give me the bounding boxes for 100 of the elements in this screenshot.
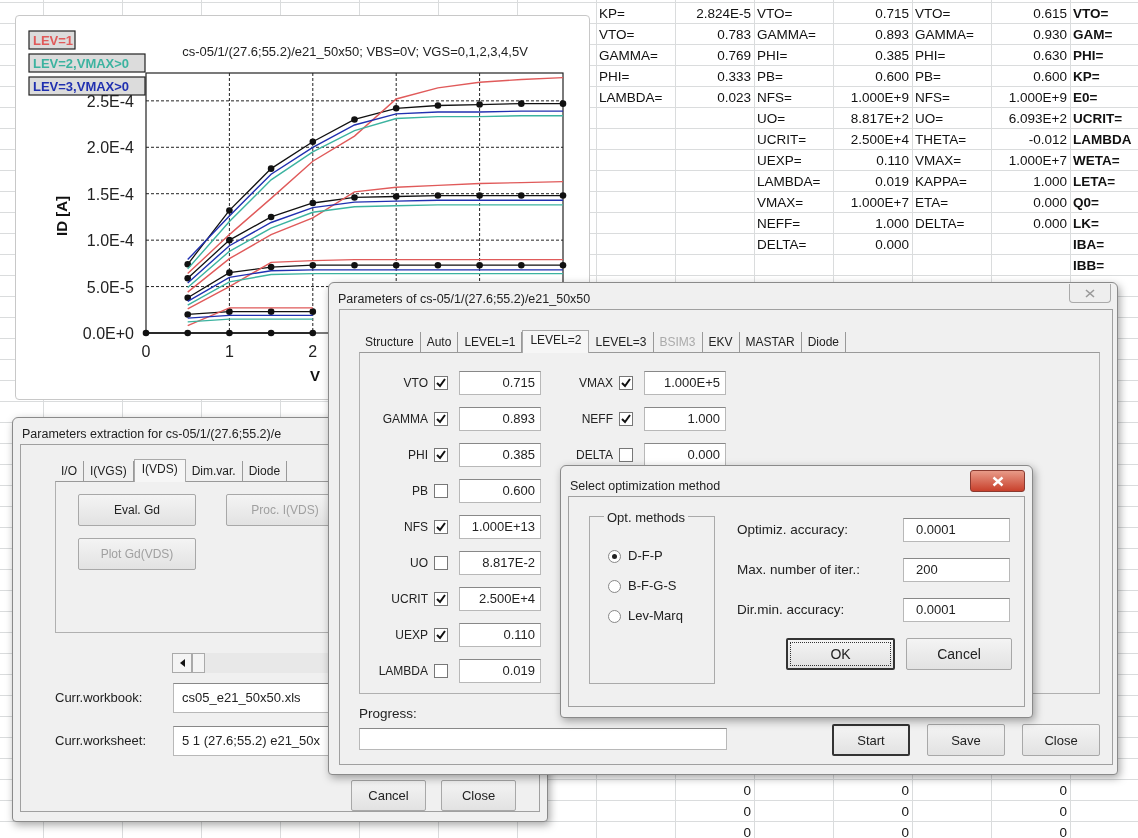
sheet-cell-text: UO= [756, 110, 787, 128]
sheet-cell-text: ETA= [914, 194, 950, 212]
close-icon [991, 475, 1004, 487]
sheet-cell-text: 1.000 [1032, 173, 1068, 191]
legend-label: LEV=2,VMAX>0 [28, 53, 146, 73]
checkbox[interactable] [434, 448, 448, 462]
sheet-cell-text: UCRIT= [756, 131, 808, 149]
button[interactable]: Eval. Gd [78, 494, 196, 526]
sheet-cell-text: 8.817E+2 [849, 110, 910, 128]
text-field[interactable]: 1.000E+5 [644, 371, 726, 395]
data-point [184, 329, 191, 337]
axis-tick-label: 1.0E-4 [86, 232, 134, 250]
radio-label: Lev-Marq [628, 607, 683, 626]
text-field[interactable]: 0.0001 [903, 518, 1010, 542]
data-point [559, 192, 567, 199]
text-field[interactable]: 0.000 [644, 443, 726, 467]
sheet-cell-text: 0.023 [716, 89, 752, 107]
text-field[interactable]: 8.817E-2 [459, 551, 541, 575]
radio-button[interactable] [608, 609, 621, 623]
sheet-cell-text: IBA= [1072, 236, 1106, 254]
tab[interactable]: LEVEL=2 [522, 330, 590, 353]
button[interactable]: Cancel [906, 638, 1012, 670]
sheet-cell-text: 0 [1058, 803, 1068, 821]
checkbox[interactable] [434, 484, 448, 498]
data-point [434, 261, 442, 269]
parameter-label: DELTA [575, 447, 613, 464]
radio-button[interactable] [608, 579, 621, 593]
sheet-cell-text: 0 [1058, 782, 1068, 800]
sheet-cell-text: 0.000 [1032, 194, 1068, 212]
sheet-cell-text: 0 [742, 824, 752, 838]
text-field[interactable]: 0.893 [459, 407, 541, 431]
radio-button[interactable] [608, 549, 621, 563]
axis-tick-label: 2 [308, 343, 318, 360]
button[interactable]: OK [786, 638, 895, 670]
text-field[interactable]: 1.000 [644, 407, 726, 431]
radio-label: B-F-G-S [628, 577, 677, 596]
sheet-cell-text: VTO= [1072, 5, 1110, 23]
text-field[interactable]: 0.0001 [903, 598, 1010, 622]
sheet-cell-text: Q0= [1072, 194, 1100, 212]
sheet-cell-text: LAMBDA= [598, 89, 664, 107]
button[interactable]: Save [927, 724, 1005, 757]
data-point [434, 192, 442, 199]
field-label: Curr.workbook: [55, 689, 144, 708]
data-point [351, 116, 358, 123]
checkbox[interactable] [619, 376, 633, 390]
text-field[interactable]: 0.385 [459, 443, 541, 467]
parameter-label: NFS [403, 519, 428, 536]
data-point [434, 102, 442, 109]
chart-title: cs-05/1/(27.6;55.2)/e21_50x50; VBS=0V; VGS=0,1,2,3,4,5V [182, 44, 528, 59]
parameter-label: PHI [407, 447, 428, 464]
sheet-cell-text: VTO= [756, 5, 794, 23]
sheet-cell-text: PHI= [598, 68, 631, 86]
text-field[interactable]: 1.000E+13 [459, 515, 541, 539]
scroll-thumb[interactable] [192, 653, 205, 673]
sheet-cell-text: GAMMA= [914, 26, 975, 44]
tab[interactable]: I(VDS) [133, 459, 186, 482]
checkbox[interactable] [619, 448, 633, 462]
close-button[interactable] [970, 470, 1025, 492]
checkbox[interactable] [434, 628, 448, 642]
button[interactable]: Start [832, 724, 910, 757]
data-point [226, 269, 233, 276]
sheet-cell-text: NFS= [756, 89, 793, 107]
sheet-cell-text: 0.893 [874, 26, 910, 44]
data-point [559, 261, 567, 269]
checkbox[interactable] [434, 592, 448, 606]
checkbox[interactable] [434, 664, 448, 678]
button[interactable]: Close [441, 780, 516, 811]
sheet-cell-text: 6.093E+2 [1007, 110, 1068, 128]
checkbox[interactable] [434, 376, 448, 390]
left-arrow-icon [179, 659, 185, 667]
data-point [267, 165, 275, 172]
close-icon [1085, 288, 1095, 298]
sheet-cell-text: 0.715 [874, 5, 910, 23]
button[interactable]: Cancel [351, 780, 426, 811]
sheet-cell-text: WETA= [1072, 152, 1121, 170]
data-point [309, 138, 317, 145]
parameter-label: VMAX [578, 375, 613, 392]
axis-tick-label: 1 [224, 343, 234, 360]
sheet-cell-text: GAMMA= [756, 26, 817, 44]
checkbox[interactable] [434, 556, 448, 570]
sheet-cell-text: 0.110 [875, 152, 910, 170]
text-field[interactable]: 0.715 [459, 371, 541, 395]
checkbox[interactable] [434, 520, 448, 534]
sheet-cell-text: VMAX= [914, 152, 963, 170]
text-field[interactable]: 0.110 [459, 623, 541, 647]
sheet-cell-text: UCRIT= [1072, 110, 1124, 128]
scroll-left-button[interactable] [172, 653, 192, 673]
text-field[interactable]: 200 [903, 558, 1010, 582]
data-point [518, 100, 525, 107]
checkbox[interactable] [619, 412, 633, 426]
data-point [518, 192, 525, 199]
checkbox[interactable] [434, 412, 448, 426]
text-field[interactable]: 0.019 [459, 659, 541, 683]
data-point [226, 308, 233, 315]
text-field[interactable]: 0.600 [459, 479, 541, 503]
button[interactable]: Close [1022, 724, 1100, 757]
sheet-cell-text: 0.600 [1032, 68, 1068, 86]
sheet-cell-text: DELTA= [756, 236, 808, 254]
sheet-cell-text: GAMMA= [598, 47, 659, 65]
text-field[interactable]: 2.500E+4 [459, 587, 541, 611]
